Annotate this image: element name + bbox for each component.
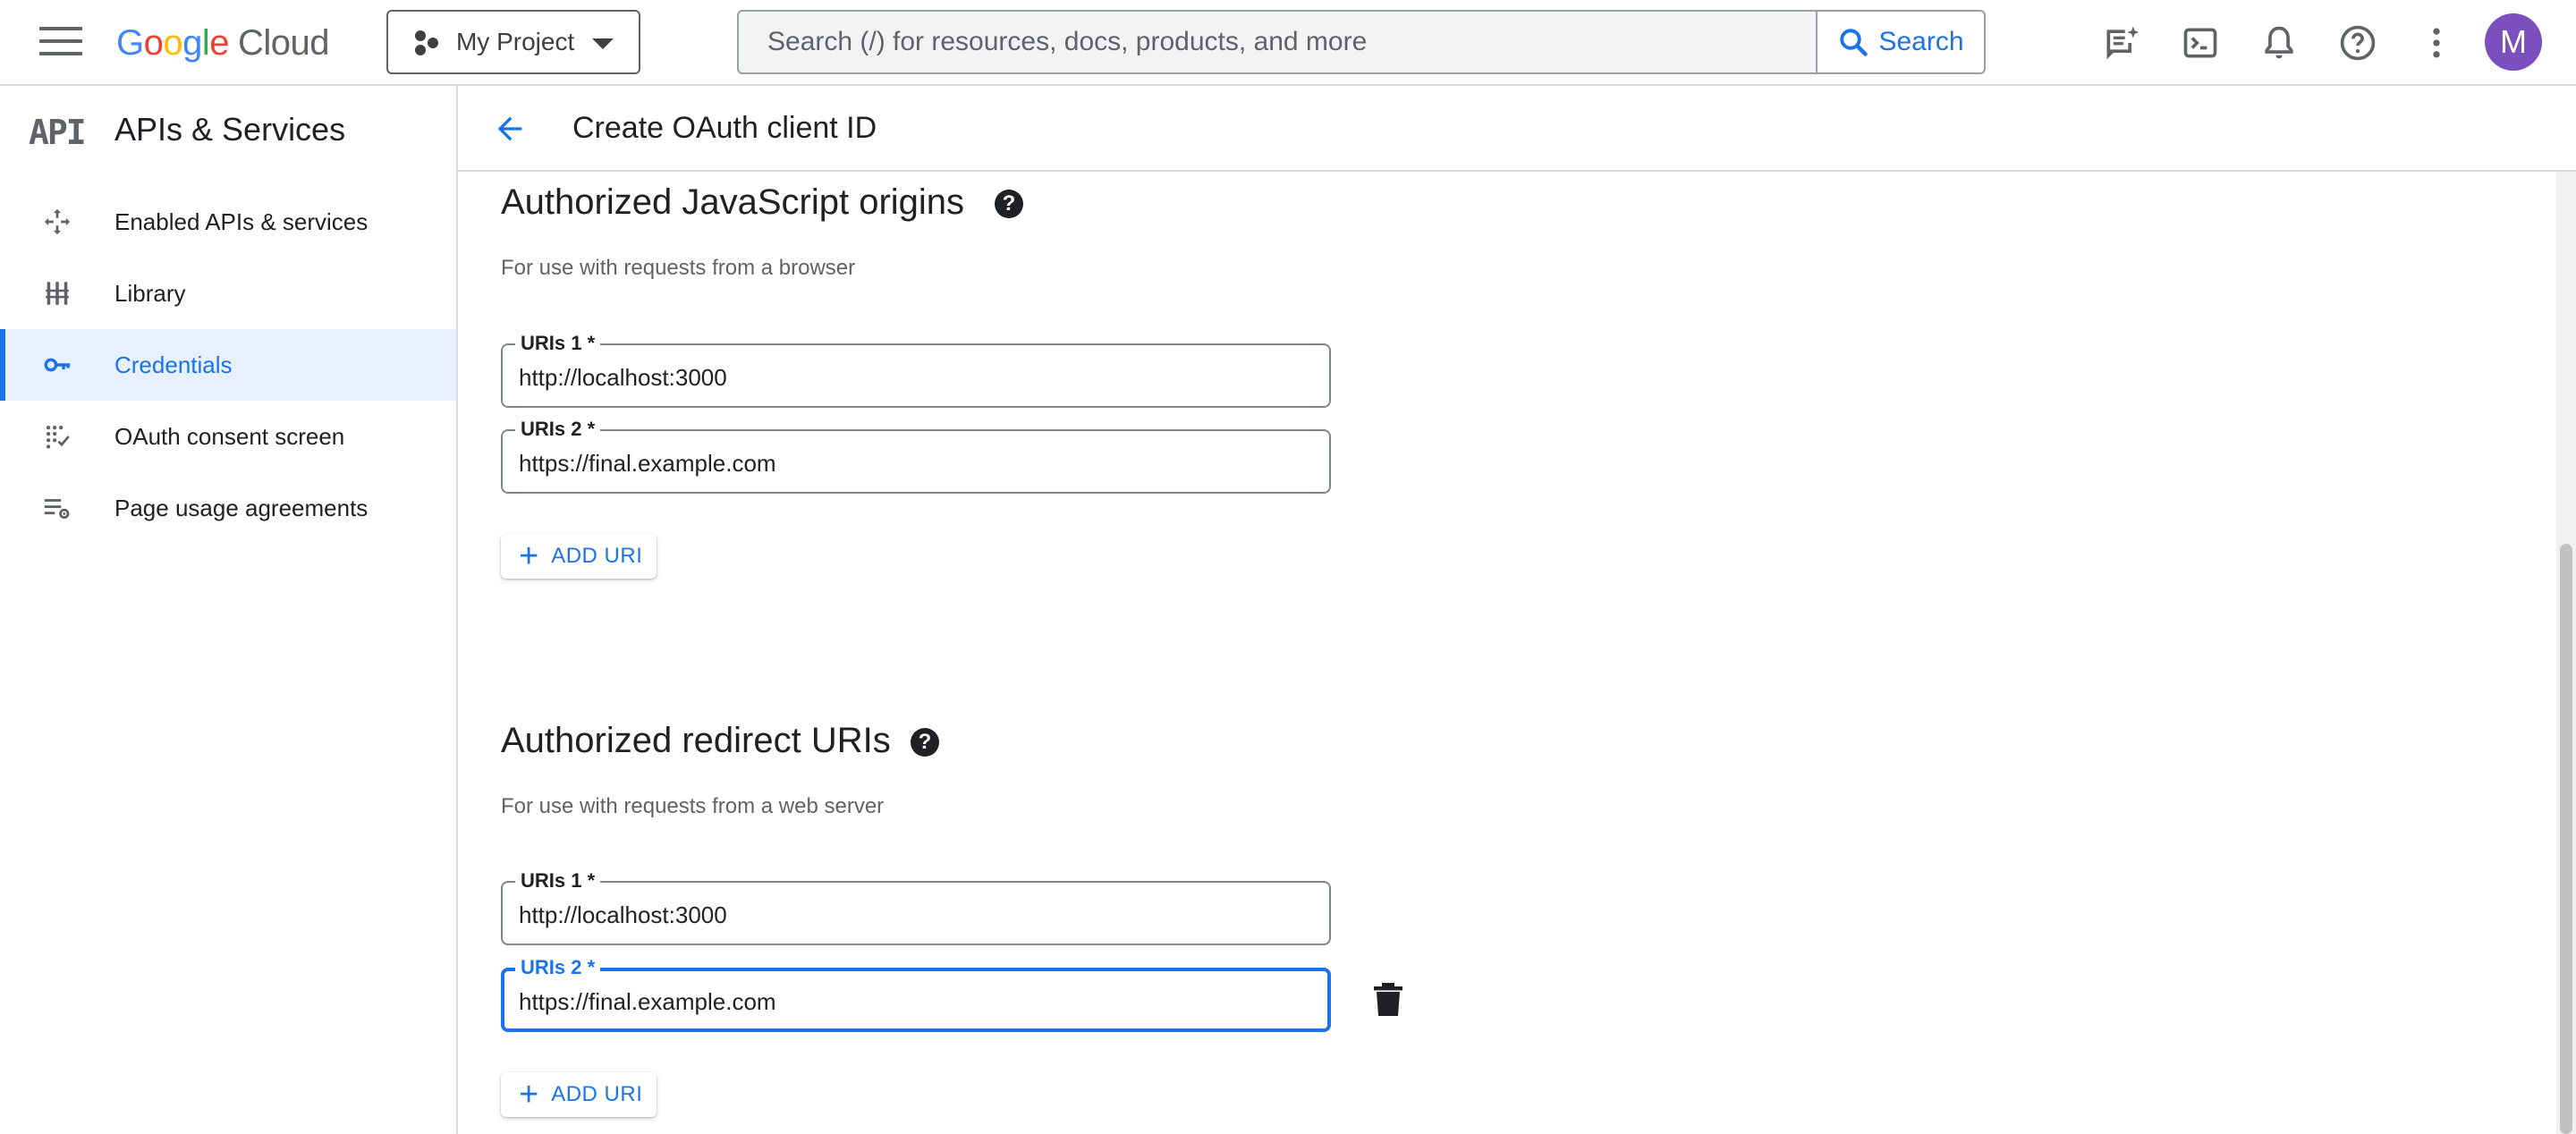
redirect-uri-1-field: URIs 1 * — [501, 870, 1331, 945]
search-button[interactable]: Search — [1816, 12, 1984, 72]
js-origins-help-icon[interactable]: ? — [995, 190, 1023, 218]
sidebar-title: APIs & Services — [114, 111, 346, 148]
js-origins-description: For use with requests from a browser — [501, 256, 856, 280]
key-icon — [39, 347, 75, 383]
redirect-uri-2-field: URIs 2 * — [501, 957, 1331, 1032]
search-icon — [1840, 29, 1868, 56]
search-bar: Search — [737, 10, 1986, 74]
field-label: URIs 1 * — [515, 333, 601, 354]
js-origin-uri-2-field: URIs 2 * — [501, 419, 1331, 494]
back-arrow-icon[interactable] — [488, 107, 531, 150]
js-origin-uri-2-input[interactable] — [519, 447, 1306, 479]
js-origins-title: Authorized JavaScript origins — [501, 182, 965, 222]
field-label: URIs 1 * — [515, 870, 601, 892]
cloud-shell-icon[interactable] — [2179, 21, 2222, 64]
field-label: URIs 2 * — [515, 419, 601, 440]
plus-icon: + — [519, 1076, 539, 1113]
redirect-uris-add-uri-button[interactable]: + ADD URI — [501, 1072, 657, 1117]
gemini-chat-icon[interactable] — [2100, 21, 2143, 64]
main-menu-icon[interactable] — [39, 27, 82, 59]
project-selector-button[interactable]: My Project — [386, 10, 640, 74]
project-icon — [411, 27, 442, 57]
google-cloud-logo[interactable]: Go o g l e Cloud — [116, 18, 330, 68]
more-vert-icon[interactable] — [2415, 21, 2458, 64]
js-origins-add-uri-button[interactable]: + ADD URI — [501, 534, 657, 579]
oauth-consent-icon — [39, 419, 75, 454]
help-icon[interactable] — [2336, 21, 2379, 64]
enabled-apis-icon — [39, 204, 75, 240]
redirect-uris-help-icon[interactable]: ? — [911, 728, 939, 757]
project-name: My Project — [456, 28, 575, 55]
search-input[interactable] — [739, 12, 1816, 72]
delete-icon[interactable] — [1372, 982, 1404, 1018]
sidebar-item-enabled-apis[interactable]: Enabled APIs & services — [0, 186, 456, 258]
sidebar-item-credentials[interactable]: Credentials — [0, 329, 456, 401]
avatar[interactable]: M — [2485, 13, 2542, 71]
redirect-uris-title: Authorized redirect URIs — [501, 721, 891, 760]
sidebar: API APIs & Services Enabled APIs & servi… — [0, 86, 458, 1134]
redirect-uri-1-input[interactable] — [519, 899, 1306, 931]
sidebar-header: API APIs & Services — [0, 86, 456, 172]
js-origin-uri-1-input[interactable] — [519, 361, 1306, 394]
notifications-icon[interactable] — [2258, 21, 2301, 64]
page-settings-icon — [39, 490, 75, 526]
library-icon — [39, 275, 75, 311]
page-header: Create OAuth client ID — [458, 86, 2576, 172]
top-bar: GoogleCloud My Project Search M — [0, 0, 2576, 86]
plus-icon: + — [519, 537, 539, 575]
api-logo: API — [29, 113, 87, 152]
sidebar-item-library[interactable]: Library — [0, 258, 456, 329]
redirect-uris-description: For use with requests from a web server — [501, 794, 885, 818]
sidebar-item-page-usage[interactable]: Page usage agreements — [0, 472, 456, 544]
field-label: URIs 2 * — [515, 957, 601, 978]
scrollbar-thumb[interactable] — [2560, 544, 2572, 1134]
sidebar-item-oauth-consent[interactable]: OAuth consent screen — [0, 401, 456, 472]
page-title: Create OAuth client ID — [572, 111, 877, 145]
js-origin-uri-1-field: URIs 1 * — [501, 333, 1331, 408]
chevron-down-icon — [592, 38, 614, 49]
redirect-uri-2-input[interactable] — [519, 986, 1306, 1018]
